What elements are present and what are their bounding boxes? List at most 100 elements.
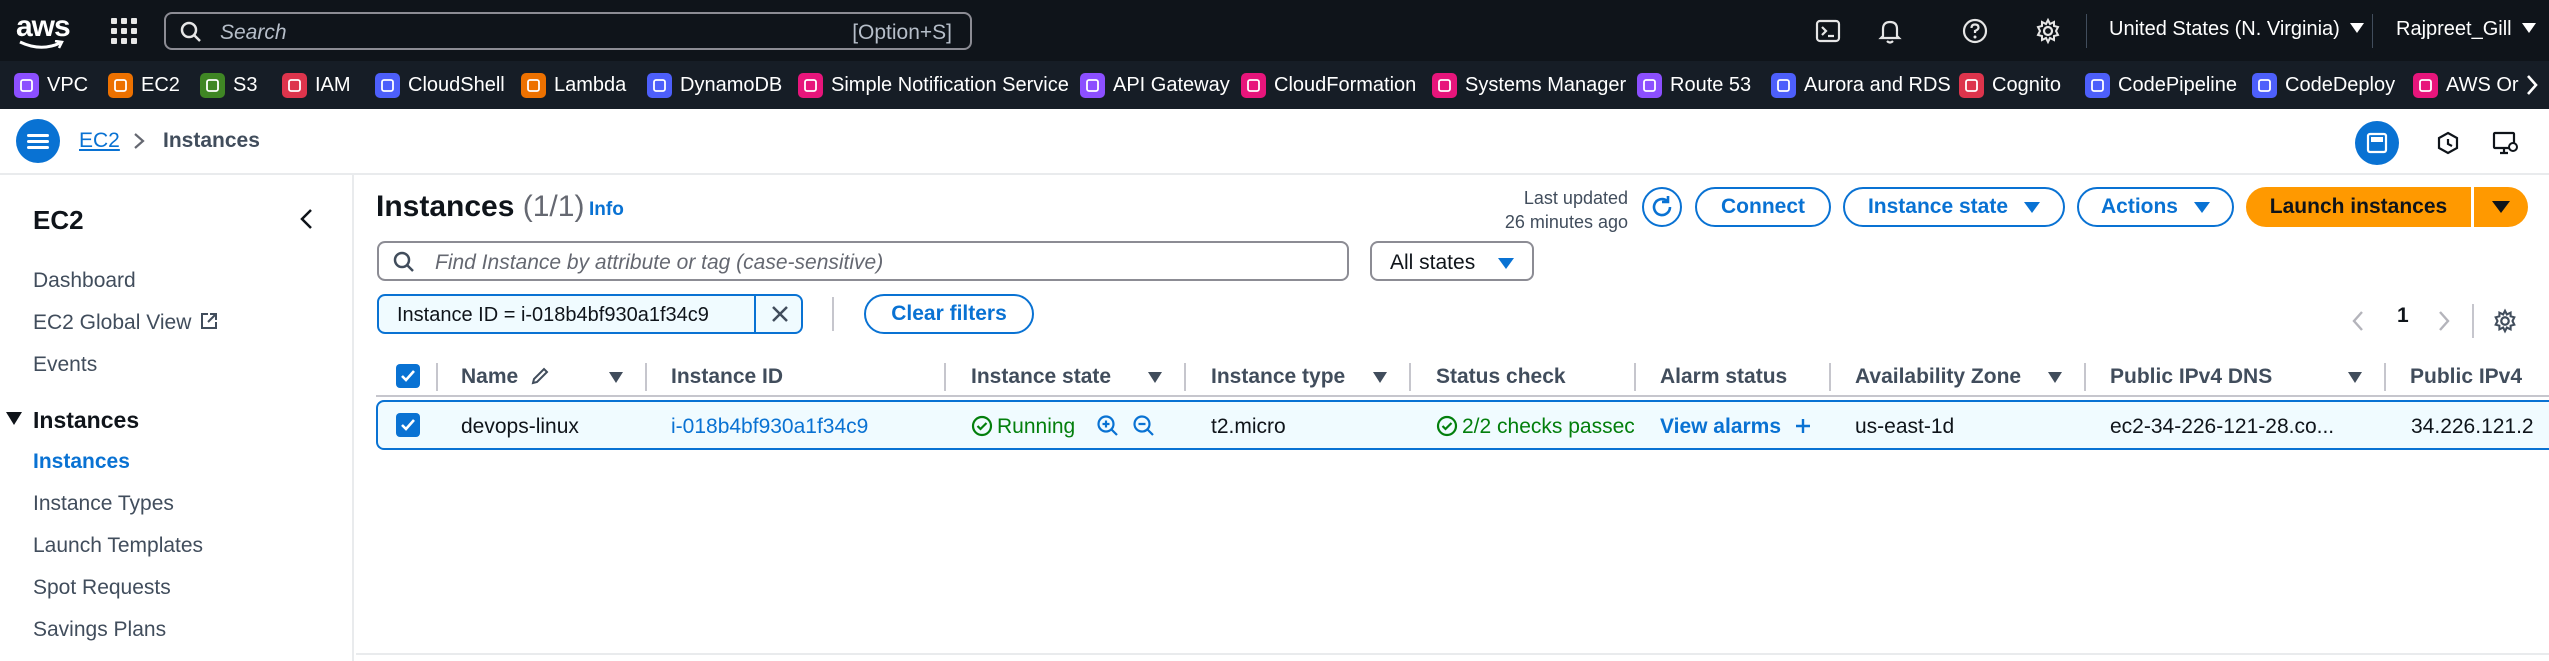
account-menu[interactable]: Rajpreet_Gill [2396,18,2536,41]
favorite-dynamodb[interactable]: DynamoDB [647,71,782,99]
column-header-availability-zone[interactable]: Availability Zone [1855,365,2021,389]
sort-caret-icon[interactable] [2048,372,2062,383]
favorite-aurora-and-rds[interactable]: Aurora and RDS [1771,71,1951,99]
refresh-icon [1652,196,1672,217]
side-item-dashboard[interactable]: Dashboard [33,269,136,293]
actions-button[interactable]: Actions [2077,187,2234,227]
side-item-ec2-global-view[interactable]: EC2 Global View [33,311,219,335]
service-s3-icon [200,72,225,98]
pager-previous-icon[interactable] [2350,309,2366,333]
side-item-spot-requests[interactable]: Spot Requests [33,576,171,600]
favorite-systems-manager[interactable]: Systems Manager [1432,71,1626,99]
favorite-cloudshell[interactable]: CloudShell [375,71,505,99]
zoom-in-icon[interactable] [1096,414,1120,438]
table-row[interactable]: devops-linux i-018b4bf930a1f34c9 Running… [376,400,2549,450]
launch-instances-dropdown[interactable] [2474,187,2528,227]
service-vpc-icon [14,72,39,98]
info-link[interactable]: Info [589,199,624,221]
favorite-label: CodeDeploy [2285,73,2396,96]
favorite-simple-notification-service[interactable]: Simple Notification Service [798,71,1069,99]
side-item-savings-plans[interactable]: Savings Plans [33,618,166,642]
breadcrumb-current: Instances [163,129,260,152]
column-header-instance-id[interactable]: Instance ID [671,365,783,389]
side-navigation: EC2 Dashboard EC2 Global View Events Ins… [0,175,354,661]
sort-caret-icon[interactable] [2348,372,2362,383]
side-section-instances[interactable]: Instances [33,407,139,434]
zoom-out-icon[interactable] [1132,414,1156,438]
favorite-vpc[interactable]: VPC [14,71,88,99]
sort-caret-icon[interactable] [1373,372,1387,383]
status-button[interactable] [2426,121,2470,165]
favorite-label: EC2 [141,73,180,96]
favorite-s3[interactable]: S3 [200,71,257,99]
topbar-divider [2086,14,2087,48]
column-header-instance-type[interactable]: Instance type [1211,365,1345,389]
side-item-launch-templates[interactable]: Launch Templates [33,534,203,558]
side-item-instances[interactable]: Instances [33,450,130,474]
favorite-cognito[interactable]: Cognito [1959,71,2061,99]
instance-state-button[interactable]: Instance state [1843,187,2065,227]
select-all-checkbox[interactable] [396,364,420,388]
collapse-chevron-left-icon[interactable] [297,207,317,231]
help-icon[interactable] [1960,16,1990,46]
refresh-button[interactable] [1642,187,1682,227]
sort-caret-icon[interactable] [609,372,623,383]
close-icon[interactable] [768,302,792,326]
aws-logo[interactable]: aws [16,10,71,44]
column-header-name[interactable]: Name [461,365,550,389]
service-lambda-icon [521,72,546,98]
token-divider [754,296,756,332]
breadcrumb-ec2-link[interactable]: EC2 [79,129,120,153]
service-aurora-and-rds-icon [1771,72,1796,98]
layout-panel-button[interactable] [2355,121,2399,165]
column-header-public-ipv4[interactable]: Public IPv4 [2410,365,2522,389]
favorite-api-gateway[interactable]: API Gateway [1080,71,1230,99]
column-header-status-check[interactable]: Status check [1436,365,1566,389]
favorite-codepipeline[interactable]: CodePipeline [2085,71,2237,99]
favorite-ec2[interactable]: EC2 [108,71,180,99]
service-iam-icon [282,72,307,98]
favorite-iam[interactable]: IAM [282,71,351,99]
favorite-lambda[interactable]: Lambda [521,71,626,99]
apps-grid-icon[interactable] [111,18,137,44]
table-preferences-gear-icon[interactable] [2491,307,2519,335]
section-expanded-caret-icon[interactable] [6,412,22,425]
instance-state-text: Running [997,415,1076,438]
column-header-public-ipv4-dns[interactable]: Public IPv4 DNS [2110,365,2272,389]
actions-label: Actions [2100,195,2178,218]
pager-current-page[interactable]: 1 [2397,304,2409,328]
favorite-route-53[interactable]: Route 53 [1637,71,1751,99]
view-alarms-link[interactable]: View alarms [1660,415,1813,439]
favorite-codedeploy[interactable]: CodeDeploy [2252,71,2395,99]
hamburger-icon [27,131,49,152]
last-updated-time: 26 minutes ago [1504,212,1628,232]
favorites-scroll-right-icon[interactable] [2523,73,2541,97]
favorite-cloudformation[interactable]: CloudFormation [1241,71,1416,99]
instance-states-select[interactable]: All states [1370,241,1534,281]
connect-button[interactable]: Connect [1695,187,1831,227]
global-search-input[interactable]: Search [Option+S] [164,12,972,50]
side-item-events[interactable]: Events [33,353,97,377]
favorite-label: Route 53 [1670,73,1752,96]
navigation-menu-button[interactable] [16,119,60,163]
column-header-alarm-status[interactable]: Alarm status [1660,365,1787,389]
find-instance-input[interactable]: Find Instance by attribute or tag (case-… [377,241,1349,281]
tools-panel-button[interactable] [2483,121,2527,165]
cell-instance-id-link[interactable]: i-018b4bf930a1f34c9 [671,415,868,439]
column-header-instance-state[interactable]: Instance state [971,365,1111,389]
row-select-checkbox[interactable] [396,413,420,437]
launch-instances-button[interactable]: Launch instances [2246,187,2471,227]
region-selector[interactable]: United States (N. Virginia) [2109,18,2364,41]
favorite-aws-or[interactable]: AWS Or [2413,71,2519,99]
sort-caret-icon[interactable] [1148,372,1162,383]
cloudshell-icon[interactable] [1813,16,1843,46]
last-updated-label: Last updated [1523,188,1628,208]
clear-filters-button[interactable]: Clear filters [864,294,1034,334]
add-plus-icon[interactable] [1793,416,1813,436]
pager-next-icon[interactable] [2436,309,2452,333]
side-item-instance-types[interactable]: Instance Types [33,492,174,516]
column-header-label: Name [461,365,519,388]
service-cognito-icon [1959,72,1984,98]
notifications-bell-icon[interactable] [1875,16,1905,46]
settings-gear-icon[interactable] [2033,16,2063,46]
